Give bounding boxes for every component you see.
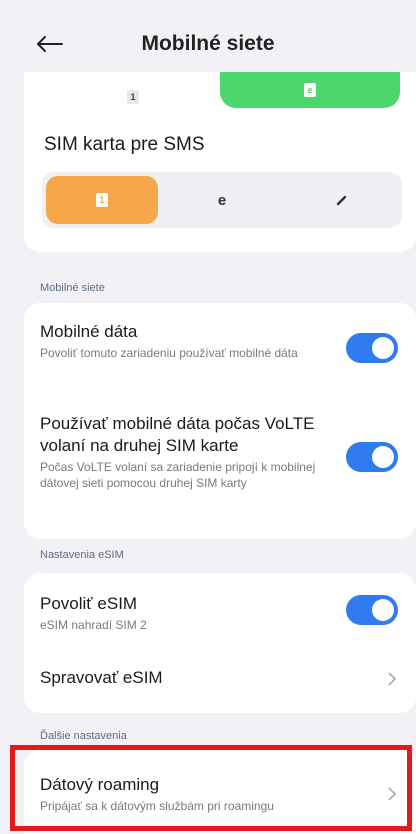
esim-badge: e bbox=[304, 83, 316, 97]
data-roaming-subtitle: Pripájať sa k dátovým službám pri roamin… bbox=[40, 799, 274, 813]
esim-card: Povoliť eSIM eSIM nahradí SIM 2 Spravova… bbox=[24, 573, 416, 713]
section-label-esim: Nastavenia eSIM bbox=[40, 549, 124, 561]
volte-data-subtitle: Počas VoLTE volaní sa zariadenie pripojí… bbox=[40, 460, 316, 490]
mobile-networks-card: Mobilné dáta Povoliť tomuto zariadeniu p… bbox=[24, 303, 416, 539]
allow-esim-subtitle: eSIM nahradí SIM 2 bbox=[40, 618, 147, 632]
sms-sim-title: SIM karta pre SMS bbox=[44, 134, 205, 155]
more-settings-card: Dátový roaming Pripájať sa k dátovým slu… bbox=[24, 750, 416, 834]
section-label-more-settings: Ďalšie nastavenia bbox=[40, 730, 127, 742]
toggle-knob bbox=[372, 599, 394, 621]
data-esim-option[interactable]: e bbox=[220, 72, 400, 108]
sim-card-settings-card: 1 e SIM karta pre SMS 1 e bbox=[24, 72, 416, 252]
manage-esim-chevron-icon bbox=[386, 669, 398, 689]
sms-ask-option[interactable] bbox=[286, 176, 398, 224]
data-roaming-title: Dátový roaming bbox=[40, 775, 160, 794]
mobile-data-row[interactable]: Mobilné dáta Povoliť tomuto zariadeniu p… bbox=[40, 321, 330, 361]
allow-esim-row[interactable]: Povoliť eSIM eSIM nahradí SIM 2 bbox=[40, 593, 330, 633]
sms-sim1-option[interactable]: 1 bbox=[46, 176, 158, 224]
esim-label: e bbox=[217, 191, 227, 209]
data-sim1-option[interactable]: 1 bbox=[40, 80, 226, 114]
volte-data-toggle[interactable] bbox=[346, 442, 398, 472]
volte-data-title: Používať mobilné dáta počas VoLTE volaní… bbox=[40, 414, 315, 455]
data-roaming-row[interactable]: Dátový roaming Pripájať sa k dátovým slu… bbox=[40, 774, 370, 814]
page-title: Mobilné siete bbox=[141, 32, 275, 55]
allow-esim-title: Povoliť eSIM bbox=[40, 594, 138, 613]
sim1-badge: 1 bbox=[96, 193, 108, 207]
mobile-data-title: Mobilné dáta bbox=[40, 322, 138, 341]
mobile-data-toggle[interactable] bbox=[346, 333, 398, 363]
mobile-data-subtitle: Povoliť tomuto zariadeniu používať mobil… bbox=[40, 346, 298, 360]
sim1-badge: 1 bbox=[127, 90, 139, 104]
sms-esim-option[interactable]: e bbox=[166, 176, 278, 224]
top-app-bar: Mobilné siete bbox=[0, 0, 416, 80]
volte-data-row[interactable]: Používať mobilné dáta počas VoLTE volaní… bbox=[40, 413, 340, 491]
toggle-knob bbox=[372, 446, 394, 468]
data-roaming-chevron-icon bbox=[386, 784, 398, 804]
manage-esim-title: Spravovať eSIM bbox=[40, 668, 163, 687]
allow-esim-toggle[interactable] bbox=[346, 595, 398, 625]
sms-sim-selector: 1 e bbox=[42, 172, 402, 228]
pencil-icon bbox=[336, 195, 347, 206]
section-label-mobile-networks: Mobilné siete bbox=[40, 282, 105, 294]
manage-esim-row[interactable]: Spravovať eSIM bbox=[40, 667, 370, 689]
toggle-knob bbox=[372, 337, 394, 359]
